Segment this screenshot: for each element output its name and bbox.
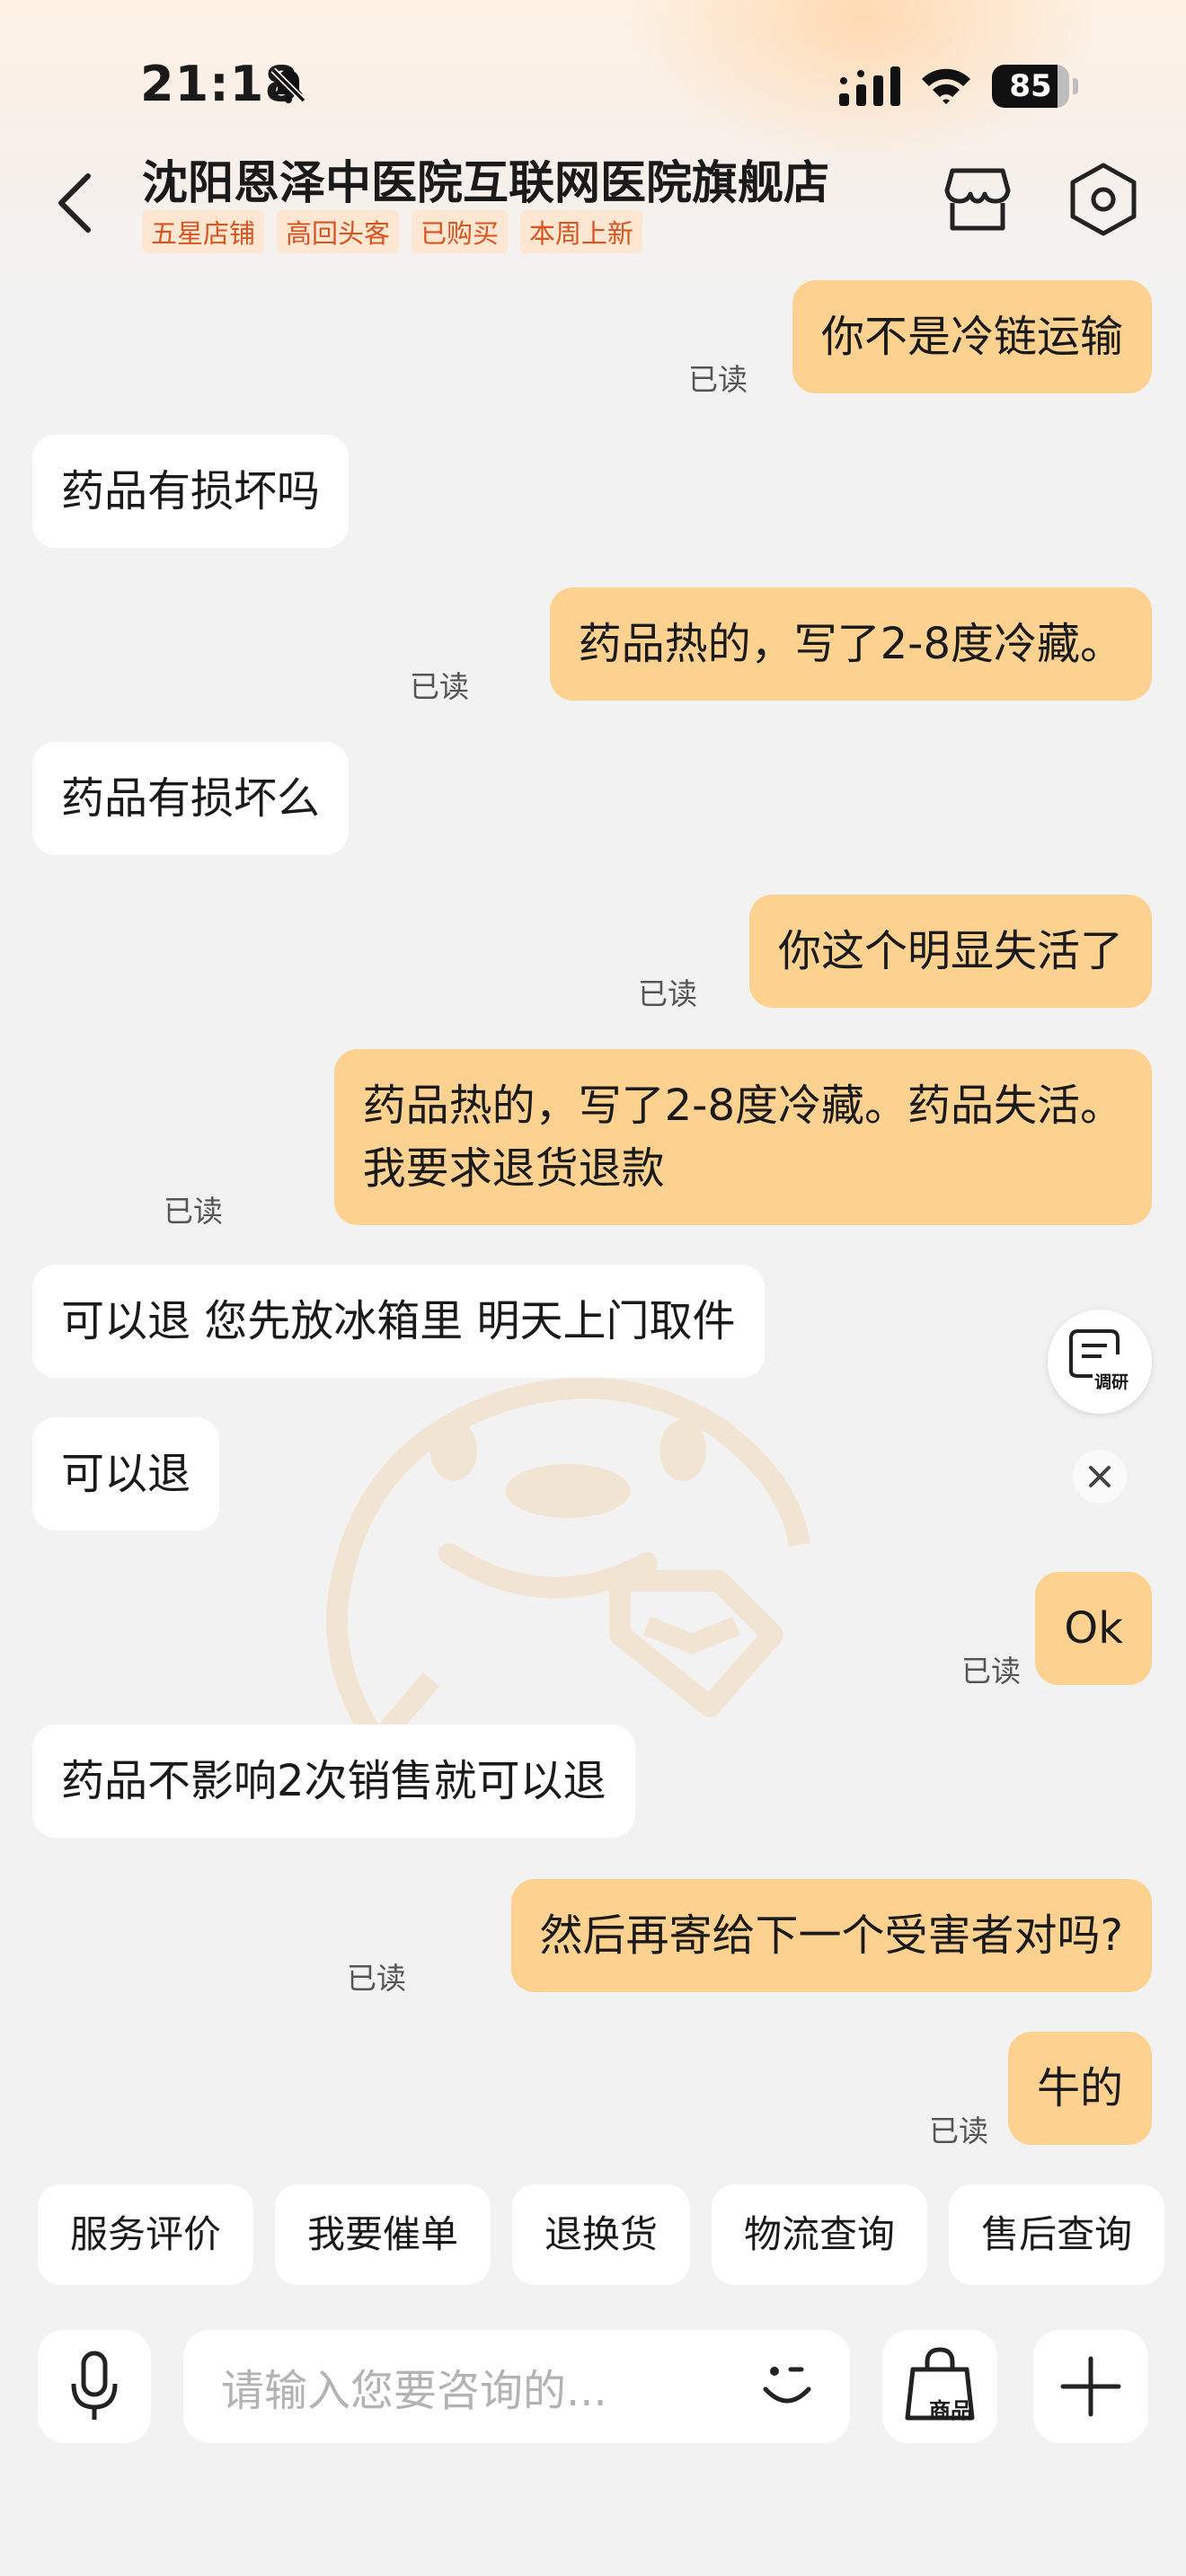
goods-button[interactable]: 商品 bbox=[882, 2330, 997, 2443]
chat-bubble-sent[interactable]: 牛的 bbox=[1007, 2032, 1152, 2145]
plus-icon bbox=[1060, 2356, 1121, 2417]
battery-percent: 85 bbox=[1009, 68, 1052, 104]
read-receipt: 已读 bbox=[164, 1194, 223, 1229]
message-input-placeholder: 请输入您要咨询的... bbox=[221, 2366, 607, 2416]
microphone-icon bbox=[71, 2351, 118, 2420]
more-button[interactable] bbox=[1033, 2330, 1148, 2443]
quick-reply-after-sales[interactable]: 售后查询 bbox=[949, 2184, 1165, 2285]
survey-label: 调研 bbox=[1094, 1372, 1129, 1392]
shop-tag: 本周上新 bbox=[520, 210, 643, 253]
mute-bell-icon bbox=[270, 67, 306, 103]
shop-tag: 五星店铺 bbox=[142, 210, 265, 253]
voice-button[interactable] bbox=[38, 2330, 151, 2443]
chat-bubble-sent[interactable]: 你不是冷链运输 bbox=[792, 280, 1152, 393]
chat-bubble-received[interactable]: 可以退 您先放冰箱里 明天上门取件 bbox=[32, 1265, 765, 1378]
chat-bubble-sent[interactable]: 药品热的，写了2-8度冷藏。药品失活。 我要求退货退款 bbox=[333, 1049, 1152, 1225]
quick-reply-bar: 服务评价 我要催单 退换货 物流查询 售后查询 bbox=[38, 2184, 1165, 2285]
shopping-bag-icon bbox=[905, 2347, 975, 2421]
survey-button[interactable]: 调研 bbox=[1048, 1310, 1152, 1414]
page-title: 沈阳恩泽中医院互联网医院旗舰店 bbox=[142, 157, 830, 210]
shop-tags: 五星店铺 高回头客 已购买 本周上新 bbox=[142, 210, 643, 253]
settings-icon[interactable] bbox=[1067, 162, 1139, 237]
wifi-icon bbox=[922, 68, 970, 104]
shop-tag: 已购买 bbox=[412, 210, 509, 253]
cellular-signal-icon bbox=[839, 66, 900, 106]
read-receipt: 已读 bbox=[410, 669, 469, 704]
quick-reply-urge-order[interactable]: 我要催单 bbox=[275, 2184, 491, 2285]
back-arrow-icon[interactable] bbox=[49, 167, 102, 239]
read-receipt: 已读 bbox=[347, 1961, 406, 1996]
chat-bubble-sent[interactable]: Ok bbox=[1035, 1572, 1152, 1685]
quick-reply-return-exchange[interactable]: 退换货 bbox=[512, 2184, 691, 2285]
battery-indicator: 85 bbox=[992, 65, 1078, 108]
quick-reply-service-review[interactable]: 服务评价 bbox=[38, 2184, 254, 2285]
emoji-icon[interactable] bbox=[755, 2353, 819, 2418]
chat-bubble-received[interactable]: 可以退 bbox=[32, 1417, 220, 1531]
chat-bubble-received[interactable]: 药品有损坏么 bbox=[32, 742, 350, 855]
message-input[interactable]: 请输入您要咨询的... bbox=[183, 2330, 850, 2443]
read-receipt: 已读 bbox=[961, 1654, 1021, 1689]
close-icon[interactable] bbox=[1073, 1450, 1127, 1504]
chat-bubble-sent[interactable]: 你这个明显失活了 bbox=[748, 895, 1152, 1008]
store-icon[interactable] bbox=[943, 165, 1012, 234]
quick-reply-logistics[interactable]: 物流查询 bbox=[712, 2184, 928, 2285]
shop-tag: 高回头客 bbox=[277, 210, 400, 253]
chat-bubble-sent[interactable]: 然后再寄给下一个受害者对吗? bbox=[510, 1879, 1152, 1992]
read-receipt: 已读 bbox=[688, 362, 748, 397]
goods-label: 商品 bbox=[929, 2398, 972, 2423]
read-receipt: 已读 bbox=[929, 2113, 988, 2148]
read-receipt: 已读 bbox=[638, 976, 697, 1011]
chat-bubble-sent[interactable]: 药品热的，写了2-8度冷藏。 bbox=[549, 587, 1152, 701]
chat-bubble-received[interactable]: 药品不影响2次销售就可以退 bbox=[32, 1725, 635, 1838]
chat-bubble-received[interactable]: 药品有损坏吗 bbox=[32, 435, 350, 548]
